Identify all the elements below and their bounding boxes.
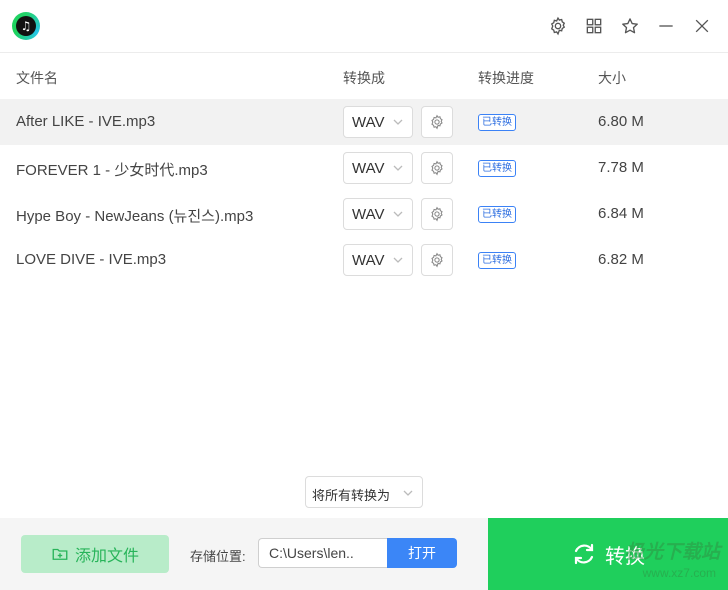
header-convert-to: 转换成 (343, 70, 385, 86)
table-header: 文件名 转换成 转换进度 大小 (0, 53, 728, 99)
refresh-icon (574, 543, 594, 565)
open-folder-button[interactable]: 打开 (387, 538, 457, 568)
format-settings-button[interactable] (421, 244, 453, 276)
file-name: FOREVER 1 - 少女时代.mp3 (16, 162, 208, 179)
file-size: 6.84 M (598, 205, 644, 222)
format-settings-button[interactable] (421, 198, 453, 230)
file-name: LOVE DIVE - IVE.mp3 (16, 251, 167, 268)
table-row[interactable]: Hype Boy - NewJeans (뉴진스).mp3 WAV 已转换 6.… (0, 191, 728, 237)
app-logo: ♫ (12, 12, 40, 40)
header-progress: 转换进度 (478, 70, 534, 86)
format-value: WAV (352, 252, 385, 269)
status-badge: 已转换 (478, 160, 516, 177)
format-value: WAV (352, 206, 385, 223)
format-select[interactable]: WAV (343, 198, 413, 230)
gear-icon (431, 160, 443, 176)
folder-add-icon (52, 548, 68, 560)
chevron-down-icon (393, 257, 403, 263)
add-file-button[interactable]: 添加文件 (21, 535, 169, 573)
format-settings-button[interactable] (421, 152, 453, 184)
format-select[interactable]: WAV (343, 106, 413, 138)
file-size: 6.82 M (598, 251, 644, 268)
status-badge: 已转换 (478, 252, 516, 269)
gear-icon (431, 206, 443, 222)
grid-icon[interactable] (583, 15, 605, 37)
close-icon[interactable] (691, 15, 713, 37)
table-row[interactable]: LOVE DIVE - IVE.mp3 WAV 已转换 6.82 M (0, 237, 728, 283)
gear-icon (431, 114, 443, 130)
gear-icon (431, 252, 443, 268)
format-value: WAV (352, 114, 385, 131)
convert-button[interactable]: 转换 极光下载站 www.xz7.com (488, 518, 728, 590)
star-icon[interactable] (619, 15, 641, 37)
chevron-down-icon (393, 211, 403, 217)
status-badge: 已转换 (478, 114, 516, 131)
convert-all-select[interactable]: 将所有转换为 (305, 476, 423, 508)
bottom-bar: 添加文件 存储位置: C:\Users\len.. 打开 转换 极光下载站 ww… (0, 518, 728, 590)
minimize-icon[interactable] (655, 15, 677, 37)
chevron-down-icon (393, 119, 403, 125)
file-name: Hype Boy - NewJeans (뉴진스).mp3 (16, 208, 254, 225)
table-row[interactable]: FOREVER 1 - 少女时代.mp3 WAV 已转换 7.78 M (0, 145, 728, 191)
watermark-logo: 极光下载站 (624, 542, 720, 563)
watermark-url: www.xz7.com (642, 566, 716, 580)
status-badge: 已转换 (478, 206, 516, 223)
output-path-field[interactable]: C:\Users\len.. (258, 538, 388, 568)
chevron-down-icon (403, 490, 413, 496)
table-row[interactable]: After LIKE - IVE.mp3 WAV 已转换 6.80 M (0, 99, 728, 145)
music-note-icon: ♫ (16, 16, 36, 36)
gear-icon[interactable] (547, 15, 569, 37)
save-location-label: 存储位置: (190, 549, 246, 564)
file-size: 6.80 M (598, 113, 644, 130)
title-bar: ♫ (0, 0, 728, 53)
file-size: 7.78 M (598, 159, 644, 176)
convert-all-label: 将所有转换为 (312, 488, 391, 503)
header-filename: 文件名 (16, 70, 58, 86)
header-size: 大小 (598, 70, 626, 86)
format-select[interactable]: WAV (343, 152, 413, 184)
format-select[interactable]: WAV (343, 244, 413, 276)
format-value: WAV (352, 160, 385, 177)
chevron-down-icon (393, 165, 403, 171)
add-file-label: 添加文件 (74, 548, 139, 565)
file-name: After LIKE - IVE.mp3 (16, 113, 156, 130)
format-settings-button[interactable] (421, 106, 453, 138)
